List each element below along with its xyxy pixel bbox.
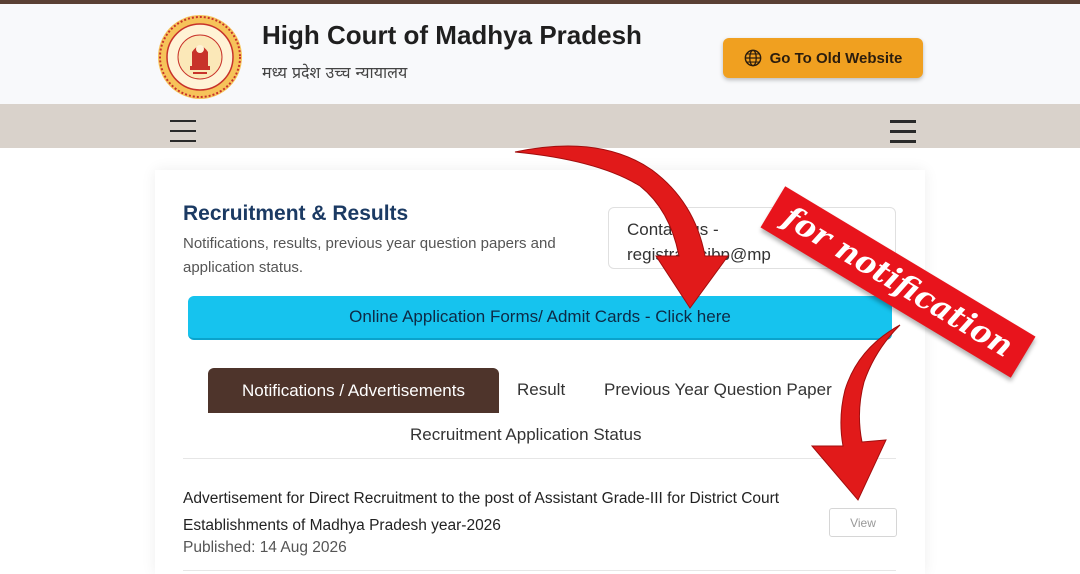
tab-result[interactable]: Result bbox=[517, 380, 565, 400]
notice-title: Advertisement for Direct Recruitment to … bbox=[183, 490, 780, 534]
section-title: Recruitment & Results bbox=[183, 202, 409, 225]
tab-notifications[interactable]: Notifications / Advertisements bbox=[208, 368, 499, 413]
section-description: Notifications, results, previous year qu… bbox=[183, 235, 556, 276]
site-title: High Court of Madhya Pradesh bbox=[262, 20, 642, 50]
globe-icon bbox=[744, 49, 761, 67]
tab-previous-year-papers[interactable]: Previous Year Question Paper bbox=[604, 380, 832, 400]
state-emblem-icon[interactable] bbox=[157, 14, 243, 100]
view-button[interactable]: View bbox=[829, 508, 897, 537]
online-application-button[interactable]: Online Application Forms/ Admit Cards - … bbox=[188, 296, 892, 340]
site-header: High Court of Madhya Pradesh मध्य प्रदेश… bbox=[0, 4, 1080, 104]
old-website-label: Go To Old Website bbox=[769, 49, 903, 67]
navbar bbox=[0, 104, 1080, 148]
tab-application-status[interactable]: Recruitment Application Status bbox=[410, 425, 642, 445]
divider bbox=[183, 458, 896, 459]
divider bbox=[183, 570, 896, 571]
site-subtitle-hindi: मध्य प्रदेश उच्च न्यायालय bbox=[262, 63, 408, 82]
menu-icon[interactable] bbox=[170, 120, 196, 150]
hamburger-icon[interactable] bbox=[890, 120, 916, 150]
go-to-old-website-button[interactable]: Go To Old Website bbox=[723, 38, 923, 78]
notice-published-date: Published: 14 Aug 2026 bbox=[183, 539, 347, 556]
